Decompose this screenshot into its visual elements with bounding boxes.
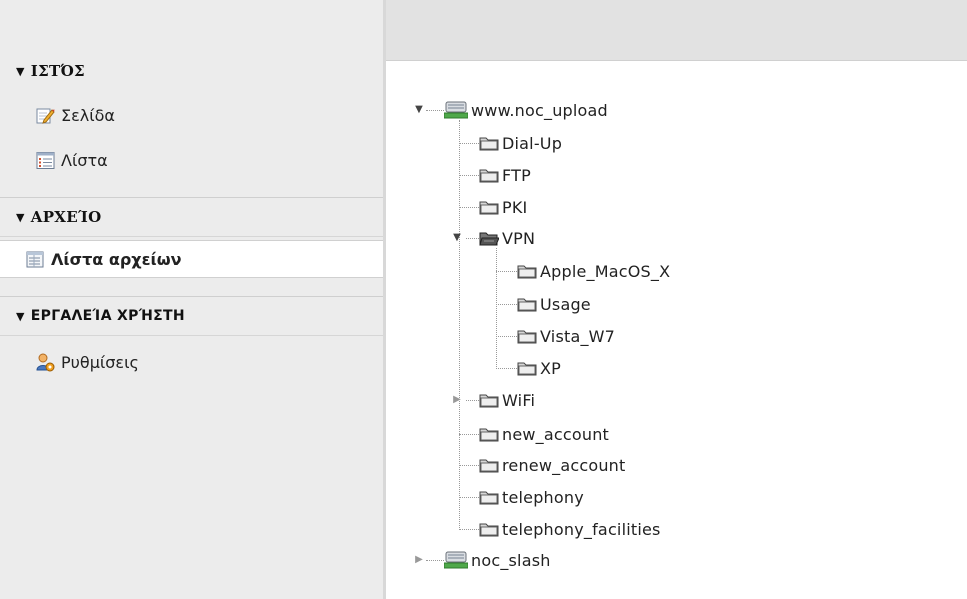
folder-icon <box>479 167 499 183</box>
tree-node-pki[interactable]: PKI <box>479 195 527 219</box>
sidebar-item-page[interactable]: Σελίδα <box>0 98 383 132</box>
section-title: ΑΡΧΕΊΟ <box>30 208 102 226</box>
section-title: ΙΣΤΌΣ <box>30 62 85 80</box>
tree-node-label: telephony <box>502 487 584 507</box>
sidebar-item-list[interactable]: Λίστα <box>0 143 383 177</box>
folder-icon <box>517 263 537 279</box>
section-header-archeio[interactable]: ▼ ΑΡΧΕΊΟ <box>0 197 383 237</box>
folder-icon <box>479 135 499 151</box>
tree-connector <box>466 400 479 401</box>
tree-node-xp[interactable]: XP <box>517 356 561 380</box>
tree-node-label: Usage <box>540 294 591 314</box>
open-folder-icon <box>479 230 500 246</box>
tree-connector <box>459 465 479 466</box>
tree-connector <box>459 120 460 530</box>
tree-node-renew-account[interactable]: renew_account <box>479 453 625 477</box>
file-list-icon <box>26 250 45 269</box>
collapse-triangle-icon: ▼ <box>16 210 25 224</box>
tree-connector <box>466 238 479 239</box>
tree-connector <box>459 175 479 176</box>
sidebar-item-settings[interactable]: Ρυθμίσεις <box>0 345 383 379</box>
folder-icon <box>517 296 537 312</box>
tree-node-label: Apple_MacOS_X <box>540 261 671 281</box>
tree-connector <box>459 434 479 435</box>
tree-node-label: XP <box>540 358 562 378</box>
tree-node-label: new_account <box>502 424 610 444</box>
tree-connector <box>496 336 517 337</box>
tree-node-label: www.noc_upload <box>471 100 608 120</box>
tree-expander-noc-slash[interactable]: ▶ <box>414 555 424 565</box>
tree-connector <box>426 110 444 111</box>
tree-connector <box>459 529 479 530</box>
section-header-istos[interactable]: ▼ ΙΣΤΌΣ <box>0 51 383 91</box>
tree-node-telephony[interactable]: telephony <box>479 485 584 509</box>
tree-expander-wifi[interactable]: ▶ <box>452 395 462 405</box>
folder-icon <box>479 199 499 215</box>
tree-node-wifi[interactable]: WiFi <box>479 388 535 412</box>
toolbar <box>386 0 967 61</box>
tree-connector <box>496 368 517 369</box>
sidebar-item-label: Σελίδα <box>61 105 115 125</box>
tree-node-label: Vista_W7 <box>540 326 616 346</box>
collapse-triangle-icon: ▼ <box>16 64 25 78</box>
tree-node-dial-up[interactable]: Dial-Up <box>479 131 562 155</box>
sidebar: ▼ ΙΣΤΌΣ Σελίδα Λίστα ▼ ΑΡΧΕΊΟ Λίστα αρχε… <box>0 0 383 599</box>
folder-icon <box>479 392 499 408</box>
tree-node-vista-w7[interactable]: Vista_W7 <box>517 324 615 348</box>
tree-connector <box>496 304 517 305</box>
section-title: ΕΡΓΑΛΕΊΑ ΧΡΉΣΤΗ <box>30 308 185 324</box>
edit-page-icon <box>36 106 55 125</box>
tree-node-label: FTP <box>502 165 531 185</box>
tree-connector <box>496 271 517 272</box>
tree-node-label: noc_slash <box>471 550 551 570</box>
server-drive-icon <box>443 550 469 570</box>
server-drive-icon <box>443 100 469 120</box>
tree-connector <box>496 248 497 369</box>
tree-connector <box>459 143 479 144</box>
tree-node-ftp[interactable]: FTP <box>479 163 531 187</box>
tree-node-label: PKI <box>502 197 528 217</box>
tree-node-usage[interactable]: Usage <box>517 292 591 316</box>
tree-connector <box>459 207 479 208</box>
tree-node-label: telephony_facilities <box>502 519 661 539</box>
tree-connector <box>459 497 479 498</box>
tree-node-apple-macos-x[interactable]: Apple_MacOS_X <box>517 259 670 283</box>
sidebar-item-label: Ρυθμίσεις <box>61 352 139 372</box>
sidebar-item-label: Λίστα <box>61 150 108 170</box>
tree-node-noc-slash[interactable]: noc_slash <box>443 548 551 572</box>
tree-node-label: WiFi <box>502 390 536 410</box>
folder-icon <box>517 328 537 344</box>
sidebar-item-file-list[interactable]: Λίστα αρχείων <box>0 240 383 278</box>
tree-node-vpn[interactable]: VPN <box>479 226 535 250</box>
file-tree: ▼ ▼ ▶ ▶ www.noc_upload Dial-Up FTP PKI V… <box>386 61 967 599</box>
list-icon <box>36 151 55 170</box>
folder-icon <box>517 360 537 376</box>
tree-node-telephony-facilities[interactable]: telephony_facilities <box>479 517 661 541</box>
folder-icon <box>479 521 499 537</box>
tree-expander-root[interactable]: ▼ <box>414 105 424 115</box>
sidebar-item-label: Λίστα αρχείων <box>51 249 182 269</box>
tree-node-www-noc-upload[interactable]: www.noc_upload <box>443 98 608 122</box>
folder-icon <box>479 426 499 442</box>
collapse-triangle-icon: ▼ <box>16 309 25 323</box>
tree-node-new-account[interactable]: new_account <box>479 422 609 446</box>
tree-node-label: VPN <box>502 228 536 248</box>
tree-node-label: renew_account <box>502 455 626 475</box>
folder-icon <box>479 489 499 505</box>
folder-icon <box>479 457 499 473</box>
user-settings-icon <box>36 353 55 372</box>
tree-connector <box>426 560 444 561</box>
tree-expander-vpn[interactable]: ▼ <box>452 233 462 243</box>
section-header-user-tools[interactable]: ▼ ΕΡΓΑΛΕΊΑ ΧΡΉΣΤΗ <box>0 296 383 336</box>
tree-node-label: Dial-Up <box>502 133 563 153</box>
